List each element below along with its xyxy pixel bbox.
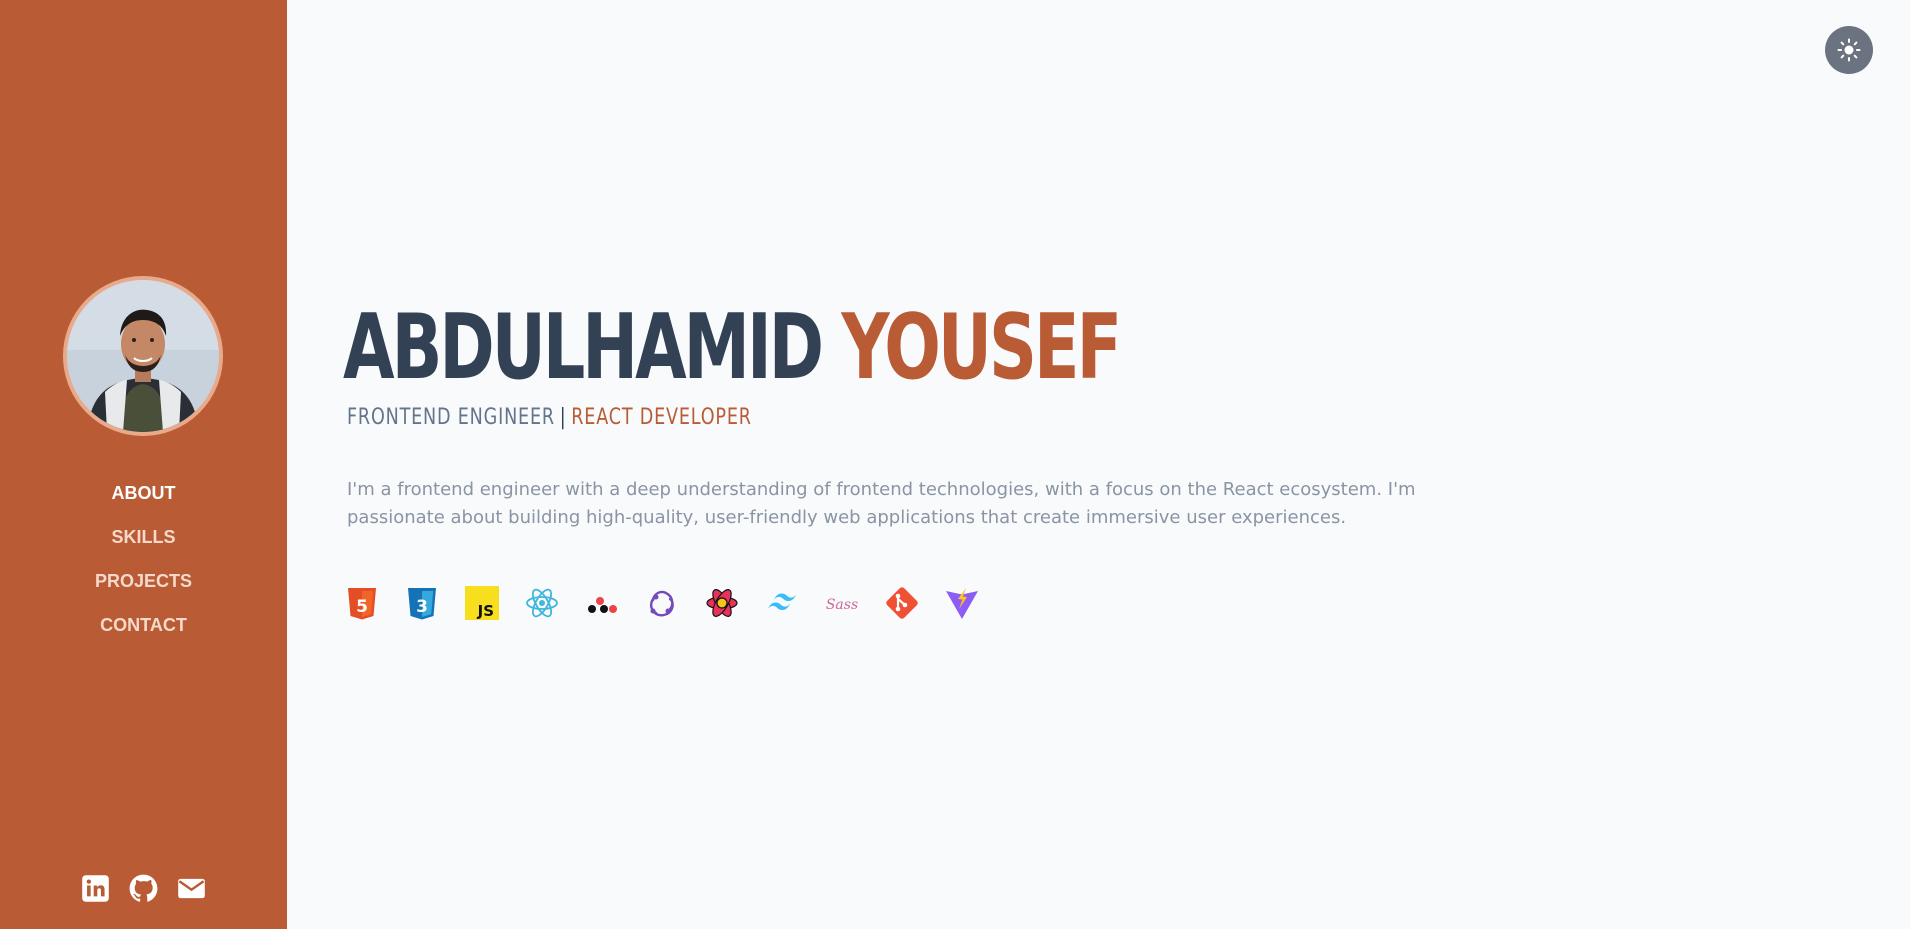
css3-icon: 3: [404, 585, 440, 621]
nav-about[interactable]: ABOUT: [0, 471, 287, 515]
github-link[interactable]: [129, 874, 158, 903]
hero-first-name: ABDULHAMID: [343, 295, 824, 400]
sidebar: ABOUT SKILLS PROJECTS CONTACT: [0, 0, 287, 929]
email-link[interactable]: [177, 874, 206, 903]
hero-subtitle: FRONTEND ENGINEER | REACT DEVELOPER: [347, 405, 752, 430]
redux-icon: [644, 585, 680, 621]
vite-icon: [944, 585, 980, 621]
envelope-icon: [178, 878, 205, 899]
react-icon: [524, 585, 560, 621]
nav-contact[interactable]: CONTACT: [0, 603, 287, 647]
hero-name: ABDULHAMID YOUSEF: [343, 295, 1122, 400]
hero-bio: I'm a frontend engineer with a deep unde…: [347, 479, 1416, 528]
github-icon: [129, 874, 158, 902]
svg-text:3: 3: [416, 597, 428, 617]
linkedin-icon: [82, 875, 109, 902]
react-router-icon: [704, 585, 740, 621]
sidebar-nav: ABOUT SKILLS PROJECTS CONTACT: [0, 471, 287, 647]
svg-text:5: 5: [356, 597, 368, 617]
theme-toggle-button[interactable]: [1825, 26, 1873, 74]
hero-last-name: YOUSEF: [841, 295, 1122, 400]
tailwind-icon: [764, 585, 800, 621]
svg-text:Sass: Sass: [826, 597, 858, 613]
react-query-icon: [584, 585, 620, 621]
javascript-icon: JS: [464, 585, 500, 621]
svg-text:JS: JS: [477, 602, 494, 620]
role-primary: FRONTEND ENGINEER: [347, 405, 555, 430]
git-icon: [884, 585, 920, 621]
avatar: [63, 276, 223, 436]
nav-skills[interactable]: SKILLS: [0, 515, 287, 559]
sass-icon: Sass: [824, 585, 860, 621]
tech-stack: 5 3 JS Sass: [344, 585, 980, 621]
profile-photo: [67, 280, 219, 432]
nav-projects[interactable]: PROJECTS: [0, 559, 287, 603]
role-separator: |: [559, 405, 567, 430]
html5-icon: 5: [344, 585, 380, 621]
social-links: [0, 874, 287, 903]
sun-icon: [1837, 38, 1861, 62]
role-secondary: REACT DEVELOPER: [571, 405, 752, 430]
linkedin-link[interactable]: [81, 874, 110, 903]
